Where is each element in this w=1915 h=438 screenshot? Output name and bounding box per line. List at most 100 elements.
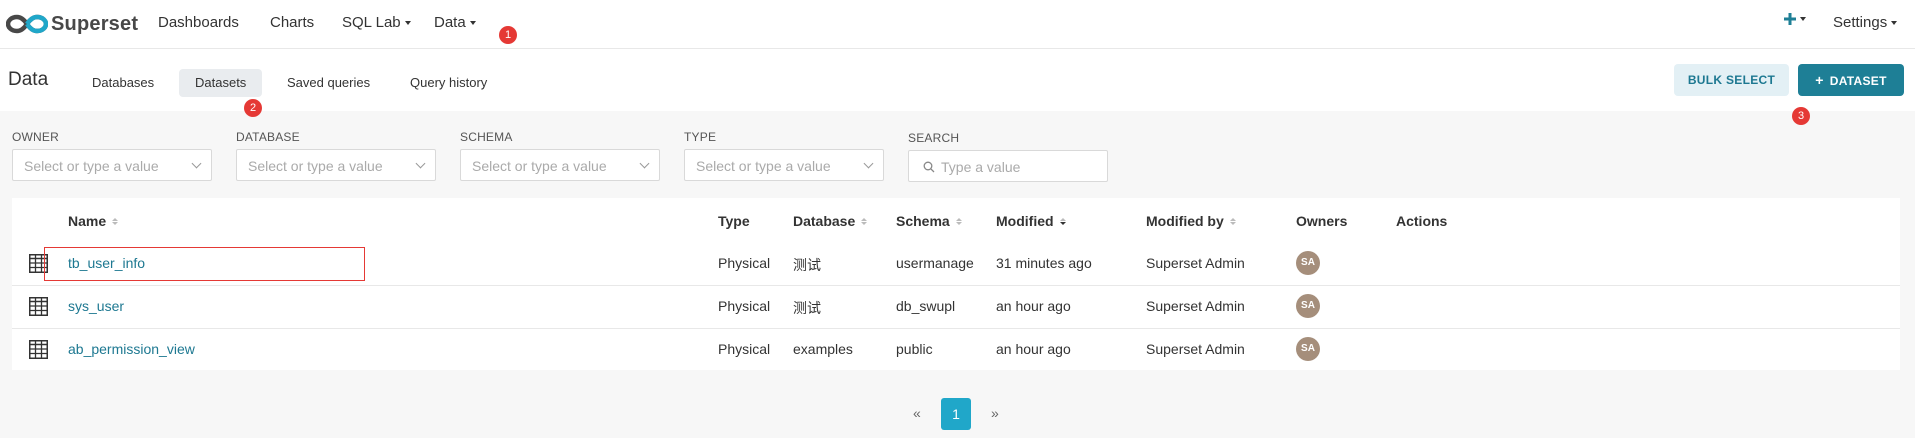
caret-down-icon — [1891, 20, 1898, 25]
caret-down-icon — [1800, 17, 1806, 21]
top-navbar: Superset Dashboards Charts SQL Lab Data … — [0, 0, 1915, 49]
add-dataset-button[interactable]: + DATASET — [1798, 64, 1904, 96]
dataset-modified-by: Superset Admin — [1146, 341, 1245, 357]
tab-query-history[interactable]: Query history — [394, 69, 503, 97]
search-placeholder: Type a value — [941, 159, 1021, 175]
schema-filter-placeholder: Select or type a value — [472, 158, 607, 174]
chevron-down-icon — [191, 158, 202, 169]
tab-databases[interactable]: Databases — [76, 69, 170, 97]
column-header-owners-label: Owners — [1296, 213, 1348, 229]
callout-badge-3: 3 — [1792, 107, 1810, 125]
type-filter-select[interactable]: Select or type a value — [684, 149, 884, 181]
table-grid-icon — [29, 297, 48, 316]
search-icon — [923, 161, 935, 173]
column-header-name[interactable]: Name — [68, 213, 119, 229]
search-filter-label: SEARCH — [908, 131, 960, 145]
dataset-name-link[interactable]: sys_user — [68, 298, 124, 314]
owner-filter-placeholder: Select or type a value — [24, 158, 159, 174]
bulk-select-button[interactable]: BULK SELECT — [1674, 64, 1789, 96]
superset-logo[interactable]: Superset — [6, 10, 138, 38]
type-filter-placeholder: Select or type a value — [696, 158, 831, 174]
pagination-prev[interactable]: « — [913, 405, 921, 421]
dataset-type: Physical — [718, 255, 771, 271]
sort-icon — [955, 217, 962, 225]
dataset-schema: db_swupl — [896, 298, 956, 314]
schema-filter-label: SCHEMA — [460, 130, 513, 144]
nav-dashboards[interactable]: Dashboards — [158, 14, 239, 31]
dataset-modified: an hour ago — [996, 341, 1071, 357]
column-header-modified-by[interactable]: Modified by — [1146, 213, 1236, 229]
settings-label: Settings — [1833, 14, 1888, 31]
nav-sql-lab[interactable]: SQL Lab — [342, 14, 411, 31]
column-header-database-label: Database — [793, 213, 856, 229]
column-header-owners: Owners — [1296, 213, 1347, 229]
plus-icon: + — [1815, 72, 1824, 88]
brand-name: Superset — [51, 12, 139, 35]
type-filter-label: TYPE — [684, 130, 717, 144]
column-header-schema[interactable]: Schema — [896, 213, 962, 229]
table-grid-icon — [29, 254, 48, 273]
column-header-schema-label: Schema — [896, 213, 950, 229]
nav-charts[interactable]: Charts — [270, 14, 314, 31]
dataset-modified: an hour ago — [996, 298, 1071, 314]
dataset-modified-by: Superset Admin — [1146, 255, 1245, 271]
pagination-next[interactable]: » — [991, 405, 999, 421]
tab-datasets[interactable]: Datasets — [179, 69, 263, 97]
sort-icon — [1229, 217, 1236, 225]
column-header-type: Type — [718, 213, 750, 229]
settings-menu[interactable]: Settings — [1833, 14, 1898, 31]
sub-header: Data Databases Datasets Saved queries Qu… — [0, 49, 1915, 125]
dataset-database: 测试 — [793, 300, 821, 316]
nav-charts-label: Charts — [270, 14, 315, 31]
database-filter-select[interactable]: Select or type a value — [236, 149, 436, 181]
dataset-name-link[interactable]: ab_permission_view — [68, 341, 195, 357]
dataset-type: Physical — [718, 341, 771, 357]
column-header-actions-label: Actions — [1396, 213, 1448, 229]
dataset-schema: usermanage — [896, 255, 974, 271]
table-grid-icon — [29, 340, 48, 359]
pagination-page-current[interactable]: 1 — [941, 398, 971, 430]
chevron-down-icon — [863, 158, 874, 169]
database-filter-placeholder: Select or type a value — [248, 158, 383, 174]
nav-data-label: Data — [434, 14, 466, 31]
caret-down-icon — [469, 20, 476, 25]
dataset-schema: public — [896, 341, 933, 357]
infinity-logo-icon — [6, 14, 48, 34]
dataset-modified: 31 minutes ago — [996, 255, 1092, 271]
owner-avatar[interactable]: SA — [1296, 337, 1320, 361]
sort-icon — [112, 217, 119, 225]
callout-badge-2: 2 — [244, 99, 262, 117]
sort-icon — [861, 217, 868, 225]
add-dataset-label: DATASET — [1829, 74, 1887, 88]
column-header-type-label: Type — [718, 213, 750, 229]
column-header-name-label: Name — [68, 213, 107, 229]
chevron-down-icon — [639, 158, 650, 169]
owner-filter-label: OWNER — [12, 130, 59, 144]
column-header-modified-by-label: Modified by — [1146, 213, 1224, 229]
database-filter-label: DATABASE — [236, 130, 300, 144]
tab-saved-queries[interactable]: Saved queries — [271, 69, 386, 97]
row-divider — [12, 328, 1900, 329]
search-input[interactable]: Type a value — [908, 150, 1108, 182]
owner-avatar[interactable]: SA — [1296, 251, 1320, 275]
dataset-database: examples — [793, 341, 853, 357]
sort-desc-icon — [1059, 217, 1066, 225]
dataset-name-link[interactable]: tb_user_info — [68, 255, 145, 271]
new-menu-button[interactable] — [1784, 13, 1806, 25]
nav-sql-lab-label: SQL Lab — [342, 14, 401, 31]
row-divider — [12, 285, 1900, 286]
dataset-modified-by: Superset Admin — [1146, 298, 1245, 314]
nav-data[interactable]: Data — [434, 14, 476, 31]
schema-filter-select[interactable]: Select or type a value — [460, 149, 660, 181]
column-header-database[interactable]: Database — [793, 213, 868, 229]
column-header-modified-label: Modified — [996, 213, 1054, 229]
owner-avatar[interactable]: SA — [1296, 294, 1320, 318]
dataset-type: Physical — [718, 298, 771, 314]
caret-down-icon — [404, 20, 411, 25]
owner-filter-select[interactable]: Select or type a value — [12, 149, 212, 181]
callout-badge-1: 1 — [499, 26, 517, 44]
page-title: Data — [8, 69, 49, 90]
plus-icon — [1784, 13, 1796, 25]
chevron-down-icon — [415, 158, 426, 169]
column-header-modified[interactable]: Modified — [996, 213, 1066, 229]
